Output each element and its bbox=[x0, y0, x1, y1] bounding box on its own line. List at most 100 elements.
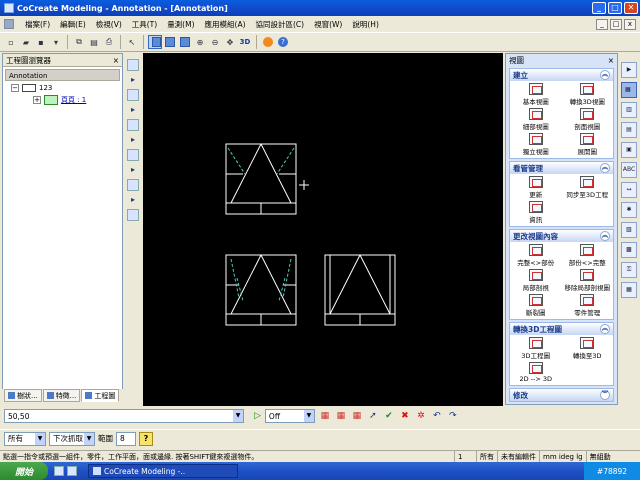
menu-measure[interactable]: 量測(M) bbox=[162, 19, 199, 30]
quick-launch-icon[interactable] bbox=[67, 466, 77, 476]
select-icon[interactable]: ↖ bbox=[125, 35, 139, 49]
line-tool-icon[interactable] bbox=[127, 89, 139, 101]
update-button[interactable]: 更新 bbox=[510, 176, 562, 199]
system-menu-icon[interactable] bbox=[4, 19, 14, 29]
modify-tool-icon[interactable] bbox=[127, 179, 139, 191]
3d-drawing-button[interactable]: 3D工程圖 bbox=[510, 337, 562, 360]
hatch-icon[interactable]: ▧ bbox=[621, 222, 637, 238]
stop-icon[interactable] bbox=[261, 35, 275, 49]
menu-file[interactable]: 檔案(F) bbox=[20, 19, 55, 30]
chevron-down-icon[interactable]: ▼ bbox=[303, 410, 314, 422]
unfold-view-button[interactable]: 展開圖 bbox=[562, 133, 614, 156]
section-header[interactable]: 轉換3D工程圖 ︽ bbox=[510, 323, 613, 335]
options-icon[interactable]: ✲ bbox=[415, 410, 427, 422]
base-view-button[interactable]: 基本視圖 bbox=[510, 83, 562, 106]
select-tool-icon[interactable] bbox=[127, 59, 139, 71]
menu-view[interactable]: 檢視(V) bbox=[91, 19, 127, 30]
start-button[interactable]: 開始 bbox=[0, 462, 48, 480]
redo-icon[interactable]: ↷ bbox=[447, 410, 459, 422]
coordinate-input[interactable]: 50,50 ▼ bbox=[4, 409, 244, 423]
sync-3d-button[interactable]: 同步至3D工程 bbox=[562, 176, 614, 199]
expand-arrow-icon[interactable]: ▸ bbox=[131, 136, 135, 144]
help-icon[interactable]: ? bbox=[276, 35, 290, 49]
abc-icon[interactable]: ABC bbox=[621, 162, 637, 178]
undo-icon[interactable]: ↶ bbox=[431, 410, 443, 422]
tree-root-label[interactable]: 123 bbox=[39, 84, 52, 92]
grid-snap-icon[interactable]: ▦ bbox=[335, 410, 347, 422]
local-section-button[interactable]: 局部剖視 bbox=[510, 269, 562, 292]
confirm-icon[interactable]: ✔ bbox=[383, 410, 395, 422]
snap-select[interactable]: Off ▼ bbox=[264, 409, 315, 423]
open-icon[interactable]: ▰ bbox=[19, 35, 33, 49]
pen-tool-icon[interactable] bbox=[127, 209, 139, 221]
menu-window[interactable]: 視窗(W) bbox=[309, 19, 347, 30]
browser-close-button[interactable]: × bbox=[113, 56, 119, 65]
part-management-button[interactable]: 零件管理 bbox=[562, 294, 614, 317]
next-pick-select[interactable]: 下次抓取 ▼ bbox=[49, 431, 95, 446]
tree-sheet-label[interactable]: 頁頁 : 1 bbox=[61, 95, 87, 105]
zoom-all-icon[interactable] bbox=[163, 35, 177, 49]
geometry-tool-icon[interactable] bbox=[127, 149, 139, 161]
cancel-icon[interactable]: ✖ bbox=[399, 410, 411, 422]
tree-expand-icon[interactable]: + bbox=[33, 96, 41, 104]
save-dropdown-icon[interactable]: ▾ bbox=[49, 35, 63, 49]
independent-view-button[interactable]: 獨立視圖 bbox=[510, 133, 562, 156]
zoom-out-icon[interactable]: ⊖ bbox=[208, 35, 222, 49]
close-button[interactable]: ✕ bbox=[624, 2, 638, 14]
section-header[interactable]: 建立 ︽ bbox=[510, 69, 613, 81]
menu-applications[interactable]: 應用模組(A) bbox=[200, 19, 251, 30]
partial-to-full-button[interactable]: 部份<>完整 bbox=[562, 244, 614, 267]
views-panel-close[interactable]: × bbox=[608, 56, 614, 65]
expand-arrow-icon[interactable]: ▸ bbox=[131, 106, 135, 114]
info-button[interactable]: 資訊 bbox=[510, 201, 562, 224]
play-icon[interactable]: ▷ bbox=[254, 411, 261, 421]
tree-node-root[interactable]: − 123 bbox=[11, 84, 52, 92]
print-icon[interactable]: ⎙ bbox=[102, 35, 116, 49]
coordinate-value[interactable]: 50,50 bbox=[8, 412, 29, 421]
arc-tool-icon[interactable] bbox=[127, 119, 139, 131]
collapse-chevron-icon[interactable]: ︽ bbox=[600, 70, 610, 80]
minimize-button[interactable]: _ bbox=[592, 2, 606, 14]
save-icon[interactable]: ▪ bbox=[34, 35, 48, 49]
ortho-icon[interactable]: ▦ bbox=[319, 410, 331, 422]
menu-help[interactable]: 說明(H) bbox=[347, 19, 384, 30]
detail-view-button[interactable]: 細部視圖 bbox=[510, 108, 562, 131]
table-icon[interactable]: ▦ bbox=[621, 282, 637, 298]
frame-icon[interactable]: ▣ bbox=[621, 142, 637, 158]
collapse-chevron-icon[interactable]: ︽ bbox=[600, 231, 610, 241]
chevron-down-icon[interactable]: ▼ bbox=[233, 410, 243, 422]
zoom-window-icon[interactable] bbox=[178, 35, 192, 49]
quick-launch-icon[interactable] bbox=[54, 466, 64, 476]
section-header[interactable]: 修改 ︾ bbox=[510, 389, 613, 401]
convert-to-3d-button[interactable]: 轉換至3D bbox=[562, 337, 614, 360]
drawing-canvas[interactable] bbox=[143, 53, 503, 406]
play-icon[interactable]: ▶ bbox=[621, 62, 637, 78]
tab-tree[interactable]: 樹狀... bbox=[4, 389, 42, 402]
collapse-chevron-icon[interactable]: ︽ bbox=[600, 163, 610, 173]
full-to-partial-button[interactable]: 完整<>部份 bbox=[510, 244, 562, 267]
tab-features[interactable]: 特徵... bbox=[42, 389, 81, 402]
break-view-button[interactable]: 斷裂圖 bbox=[510, 294, 562, 317]
new-icon[interactable]: ▫ bbox=[4, 35, 18, 49]
lock-icon[interactable]: ⚿ bbox=[621, 262, 637, 278]
section-header[interactable]: 更改視圖內容 ︽ bbox=[510, 230, 613, 242]
menu-tools[interactable]: 工具(T) bbox=[127, 19, 162, 30]
tab-drawing[interactable]: 工程圖 bbox=[81, 389, 120, 402]
menu-collaboration[interactable]: 協同設計區(C) bbox=[251, 19, 310, 30]
range-input[interactable]: 8 bbox=[116, 431, 136, 446]
section-header[interactable]: 看管管理 ︽ bbox=[510, 162, 613, 174]
expand-arrow-icon[interactable]: ▸ bbox=[131, 166, 135, 174]
chevron-down-icon[interactable]: ▼ bbox=[35, 432, 45, 445]
copy-icon[interactable]: ⧉ bbox=[72, 35, 86, 49]
pointer-icon[interactable]: ➚ bbox=[367, 410, 379, 422]
paste-icon[interactable]: ▤ bbox=[87, 35, 101, 49]
convert-3d-view-button[interactable]: 轉換3D視圖 bbox=[562, 83, 614, 106]
zoom-fit-icon[interactable] bbox=[148, 35, 162, 49]
collapse-chevron-icon[interactable]: ︽ bbox=[600, 324, 610, 334]
panel-icon[interactable]: ▦ bbox=[621, 82, 637, 98]
expand-arrow-icon[interactable]: ▸ bbox=[131, 196, 135, 204]
sheet-icon[interactable]: ▤ bbox=[621, 122, 637, 138]
pick-icon[interactable]: ▦ bbox=[351, 410, 363, 422]
remove-local-section-button[interactable]: 移除局部剖視圖 bbox=[562, 269, 614, 292]
section-view-button[interactable]: 剖面視圖 bbox=[562, 108, 614, 131]
